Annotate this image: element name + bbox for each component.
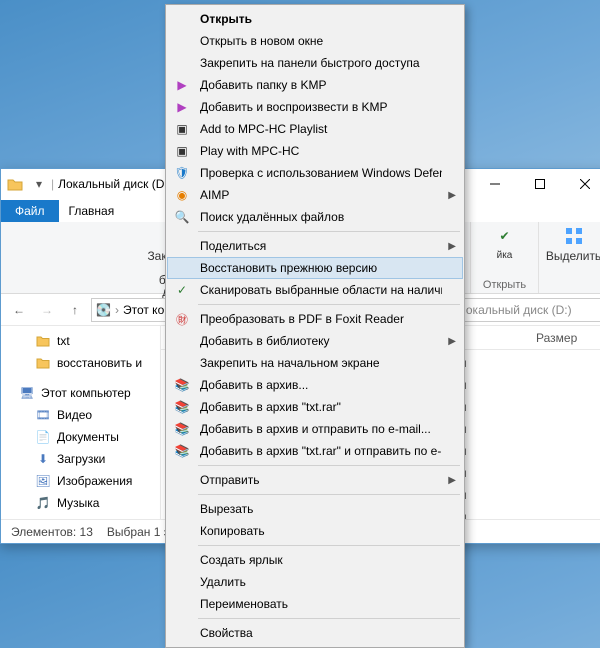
- nav-back-button[interactable]: ←: [7, 298, 31, 322]
- music-icon: 🎵: [35, 496, 51, 510]
- ctx-cut[interactable]: Вырезать: [168, 498, 462, 520]
- pc-icon: 🖥: [19, 386, 35, 400]
- rar-icon: 📚: [172, 420, 192, 438]
- kmp-icon: ▶: [172, 98, 192, 116]
- nav-video[interactable]: 🎞Видео: [1, 404, 160, 426]
- download-icon: ⬇: [35, 452, 51, 466]
- tab-file[interactable]: Файл: [1, 200, 59, 222]
- dropdown-icon[interactable]: ▾: [31, 176, 47, 192]
- ctx-kmp-play[interactable]: ▶Добавить и воспроизвести в KMP: [168, 96, 462, 118]
- aimp-icon: ◉: [172, 186, 192, 204]
- nav-documents[interactable]: 📄Документы: [1, 426, 160, 448]
- pdf-icon: ㊖: [172, 310, 192, 328]
- ctx-kmp-add[interactable]: ▶Добавить папку в KMP: [168, 74, 462, 96]
- ctx-restore-previous[interactable]: Восстановить прежнюю версию: [167, 257, 463, 279]
- video-icon: 🎞: [35, 408, 51, 422]
- ctx-arch-add[interactable]: 📚Добавить в архив...: [168, 374, 462, 396]
- submenu-arrow-icon: ▶: [448, 475, 456, 486]
- ctx-send-to[interactable]: Отправить▶: [168, 469, 462, 491]
- ctx-mpc-add[interactable]: ▣Add to MPC-HC Playlist: [168, 118, 462, 140]
- separator: [198, 618, 460, 619]
- nav-up-button[interactable]: ↑: [63, 298, 87, 322]
- select-icon: [562, 224, 586, 248]
- ctx-delete[interactable]: Удалить: [168, 571, 462, 593]
- ctx-properties[interactable]: Свойства: [168, 622, 462, 644]
- separator: [198, 231, 460, 232]
- submenu-arrow-icon: ▶: [448, 241, 456, 252]
- ctx-start-pin[interactable]: Закрепить на начальном экране: [168, 352, 462, 374]
- ctx-pin-quick[interactable]: Закрепить на панели быстрого доступа: [168, 52, 462, 74]
- nav-restore[interactable]: восстановить и: [1, 352, 160, 374]
- virus-icon: ✓: [172, 281, 192, 299]
- status-count: Элементов: 13: [11, 525, 93, 539]
- search-input[interactable]: Локальный диск (D:): [453, 298, 600, 322]
- ribbon-open-mini: йка: [497, 250, 513, 262]
- folder-icon: [35, 357, 51, 369]
- mpc-icon: ▣: [172, 120, 192, 138]
- doc-icon: 📄: [35, 430, 51, 444]
- search-icon: 🔍: [172, 208, 192, 226]
- folder-icon: [35, 335, 51, 347]
- ribbon-group-open: Открыть: [483, 279, 526, 293]
- ribbon-open-button[interactable]: ✔ йка: [486, 224, 524, 262]
- ctx-arch-txt-mail[interactable]: 📚Добавить в архив "txt.rar" и отправить …: [168, 440, 462, 462]
- nav-pane: txt восстановить и 🖥Этот компьютер 🎞Виде…: [1, 326, 161, 519]
- rar-icon: 📚: [172, 398, 192, 416]
- ctx-open[interactable]: Открыть: [168, 8, 462, 30]
- pictures-icon: 🖼: [35, 474, 51, 488]
- ctx-rename[interactable]: Переименовать: [168, 593, 462, 615]
- nav-txt[interactable]: txt: [1, 330, 160, 352]
- folder-icon: [7, 176, 23, 192]
- ctx-search-deleted[interactable]: 🔍Поиск удалённых файлов: [168, 206, 462, 228]
- chevron-icon: ›: [115, 303, 119, 317]
- nav-music[interactable]: 🎵Музыка: [1, 492, 160, 514]
- nav-fwd-button[interactable]: →: [35, 298, 59, 322]
- ctx-copy[interactable]: Копировать: [168, 520, 462, 542]
- submenu-arrow-icon: ▶: [448, 190, 456, 201]
- ctx-share[interactable]: Поделиться▶: [168, 235, 462, 257]
- ctx-arch-txt[interactable]: 📚Добавить в архив "txt.rar": [168, 396, 462, 418]
- separator: [198, 494, 460, 495]
- ctx-shortcut[interactable]: Создать ярлык: [168, 549, 462, 571]
- shield-icon: 🛡: [172, 164, 192, 182]
- minimize-button[interactable]: [472, 170, 517, 199]
- nav-pictures[interactable]: 🖼Изображения: [1, 470, 160, 492]
- ribbon-select-button[interactable]: Выделить: [548, 224, 600, 262]
- separator: [198, 304, 460, 305]
- separator: [198, 465, 460, 466]
- drive-icon: 💽: [96, 303, 111, 317]
- context-menu: Открыть Открыть в новом окне Закрепить н…: [165, 4, 465, 648]
- separator: [198, 545, 460, 546]
- nav-this-pc[interactable]: 🖥Этот компьютер: [1, 382, 160, 404]
- rar-icon: 📚: [172, 442, 192, 460]
- ctx-scan-virus[interactable]: ✓Сканировать выбранные области на наличи…: [168, 279, 462, 301]
- nav-downloads[interactable]: ⬇Загрузки: [1, 448, 160, 470]
- ctx-library[interactable]: Добавить в библиотеку▶: [168, 330, 462, 352]
- checkmark-icon: ✔: [493, 224, 517, 248]
- ctx-mpc-play[interactable]: ▣Play with MPC-HC: [168, 140, 462, 162]
- maximize-button[interactable]: [517, 170, 562, 199]
- submenu-arrow-icon: ▶: [448, 336, 456, 347]
- mpc-icon: ▣: [172, 142, 192, 160]
- col-size[interactable]: Размер: [536, 331, 600, 345]
- tab-home[interactable]: Главная: [59, 200, 125, 222]
- ctx-open-new[interactable]: Открыть в новом окне: [168, 30, 462, 52]
- ctx-defender[interactable]: 🛡Проверка с использованием Windows Defen…: [168, 162, 462, 184]
- ctx-aimp[interactable]: ◉AIMP▶: [168, 184, 462, 206]
- close-button[interactable]: [562, 170, 600, 199]
- ribbon-select-label: Выделить: [546, 250, 600, 262]
- kmp-icon: ▶: [172, 76, 192, 94]
- ctx-foxit[interactable]: ㊖Преобразовать в PDF в Foxit Reader: [168, 308, 462, 330]
- search-ph: Локальный диск (D:): [458, 303, 572, 317]
- rar-icon: 📚: [172, 376, 192, 394]
- ctx-arch-mail[interactable]: 📚Добавить в архив и отправить по e-mail.…: [168, 418, 462, 440]
